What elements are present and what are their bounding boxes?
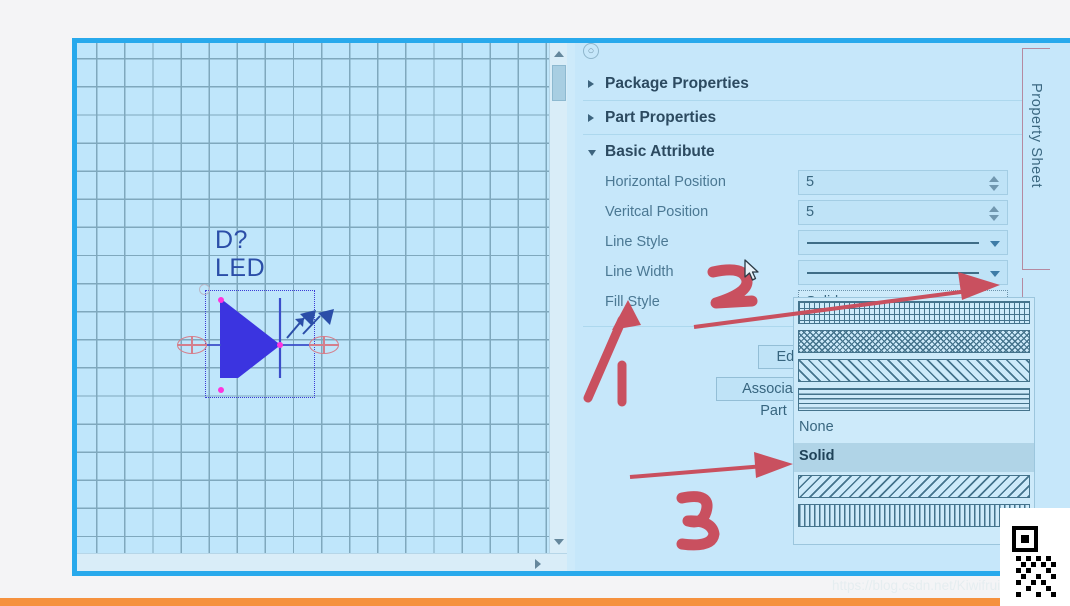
field-label: Veritcal Position xyxy=(605,204,709,220)
section-label: Part Properties xyxy=(605,109,717,126)
pin-icon[interactable]: ○ xyxy=(583,43,599,59)
property-sheet-tab[interactable]: Property Sheet xyxy=(1022,48,1050,270)
field-value: 5 xyxy=(806,174,815,190)
selection-handle-tip[interactable] xyxy=(277,342,283,348)
scroll-down-arrow-icon[interactable] xyxy=(554,539,564,545)
pattern-swatch-vertical-icon xyxy=(798,504,1030,527)
fill-option-horizontal[interactable] xyxy=(794,385,1034,414)
line-width-dropdown[interactable] xyxy=(798,260,1008,285)
origin-marker-icon xyxy=(199,284,210,295)
field-label: Line Style xyxy=(605,234,669,250)
line-width-preview xyxy=(807,272,979,275)
pattern-swatch-horizontal-icon xyxy=(798,388,1030,411)
vertical-scroll-thumb[interactable] xyxy=(552,65,566,101)
line-style-preview xyxy=(807,242,979,245)
fill-option-backward-diagonal[interactable] xyxy=(794,472,1034,501)
pin-cross-right-v xyxy=(323,336,325,354)
field-label: Line Width xyxy=(605,264,674,280)
led-component-symbol[interactable]: D? LED xyxy=(137,218,339,398)
fill-option-label: Solid xyxy=(799,448,835,464)
field-line-style: Line Style xyxy=(583,229,1038,259)
vertical-position-stepper[interactable]: 5 xyxy=(798,200,1008,225)
stepper-up-icon[interactable] xyxy=(989,206,999,212)
pattern-swatch-cross-icon xyxy=(798,330,1030,353)
page-left-margin xyxy=(0,0,72,606)
watermark-text: https://blog.csdn.net/Kiwifruit666 xyxy=(832,578,1027,593)
pattern-swatch-grid-icon xyxy=(798,301,1030,324)
schematic-canvas[interactable]: D? LED xyxy=(77,43,567,571)
pin-cross-left-v xyxy=(191,336,193,354)
pattern-swatch-backward-diagonal-icon xyxy=(798,475,1030,498)
field-label: Fill Style xyxy=(605,294,660,310)
bottom-orange-bar xyxy=(0,598,1070,606)
fill-option-vertical[interactable] xyxy=(794,501,1034,530)
stepper-down-icon[interactable] xyxy=(989,215,999,221)
field-vertical-position: Veritcal Position 5 xyxy=(583,199,1038,229)
fill-option-grid[interactable] xyxy=(794,298,1034,327)
canvas-vertical-scrollbar[interactable] xyxy=(549,43,567,571)
canvas-horizontal-scrollbar[interactable] xyxy=(77,553,567,571)
fill-option-none[interactable]: None xyxy=(794,414,1034,443)
line-style-dropdown[interactable] xyxy=(798,230,1008,255)
section-package-properties[interactable]: Package Properties xyxy=(583,67,1038,101)
horizontal-position-stepper[interactable]: 5 xyxy=(798,170,1008,195)
fill-style-option-list[interactable]: None Solid xyxy=(793,297,1035,545)
fill-option-label: None xyxy=(799,419,834,435)
section-part-properties[interactable]: Part Properties xyxy=(583,101,1038,135)
section-label: Basic Attribute xyxy=(605,143,715,160)
field-horizontal-position: Horizontal Position 5 xyxy=(583,169,1038,199)
stepper-down-icon[interactable] xyxy=(989,185,999,191)
selection-handle-top[interactable] xyxy=(218,297,224,303)
scroll-up-arrow-icon[interactable] xyxy=(554,51,564,57)
triangle-right-icon xyxy=(588,80,594,88)
fill-option-solid[interactable]: Solid xyxy=(794,443,1034,472)
section-label: Package Properties xyxy=(605,75,749,92)
triangle-down-icon xyxy=(588,150,596,156)
mouse-pointer-icon xyxy=(744,259,759,281)
property-sheet-tab-label: Property Sheet xyxy=(1028,83,1044,189)
field-value: 5 xyxy=(806,204,815,220)
page-top-margin xyxy=(0,0,1070,38)
chevron-down-icon[interactable] xyxy=(990,241,1000,247)
fill-option-cross[interactable] xyxy=(794,327,1034,356)
field-line-width: Line Width xyxy=(583,259,1038,289)
screenshot-root: D? LED ○ Package Properties Part Propert… xyxy=(0,0,1070,606)
stepper-up-icon[interactable] xyxy=(989,176,999,182)
chevron-down-icon[interactable] xyxy=(990,271,1000,277)
pattern-swatch-forward-diagonal-icon xyxy=(798,359,1030,382)
selection-handle-bottom[interactable] xyxy=(218,387,224,393)
triangle-right-icon xyxy=(588,114,594,122)
field-label: Horizontal Position xyxy=(605,174,726,190)
scroll-right-arrow-icon[interactable] xyxy=(535,559,541,569)
qr-code-box xyxy=(1000,508,1070,606)
section-basic-attribute[interactable]: Basic Attribute xyxy=(583,135,1038,169)
fill-option-forward-diagonal[interactable] xyxy=(794,356,1034,385)
qr-code-icon xyxy=(1012,526,1056,597)
led-symbol-graphic xyxy=(199,297,334,378)
